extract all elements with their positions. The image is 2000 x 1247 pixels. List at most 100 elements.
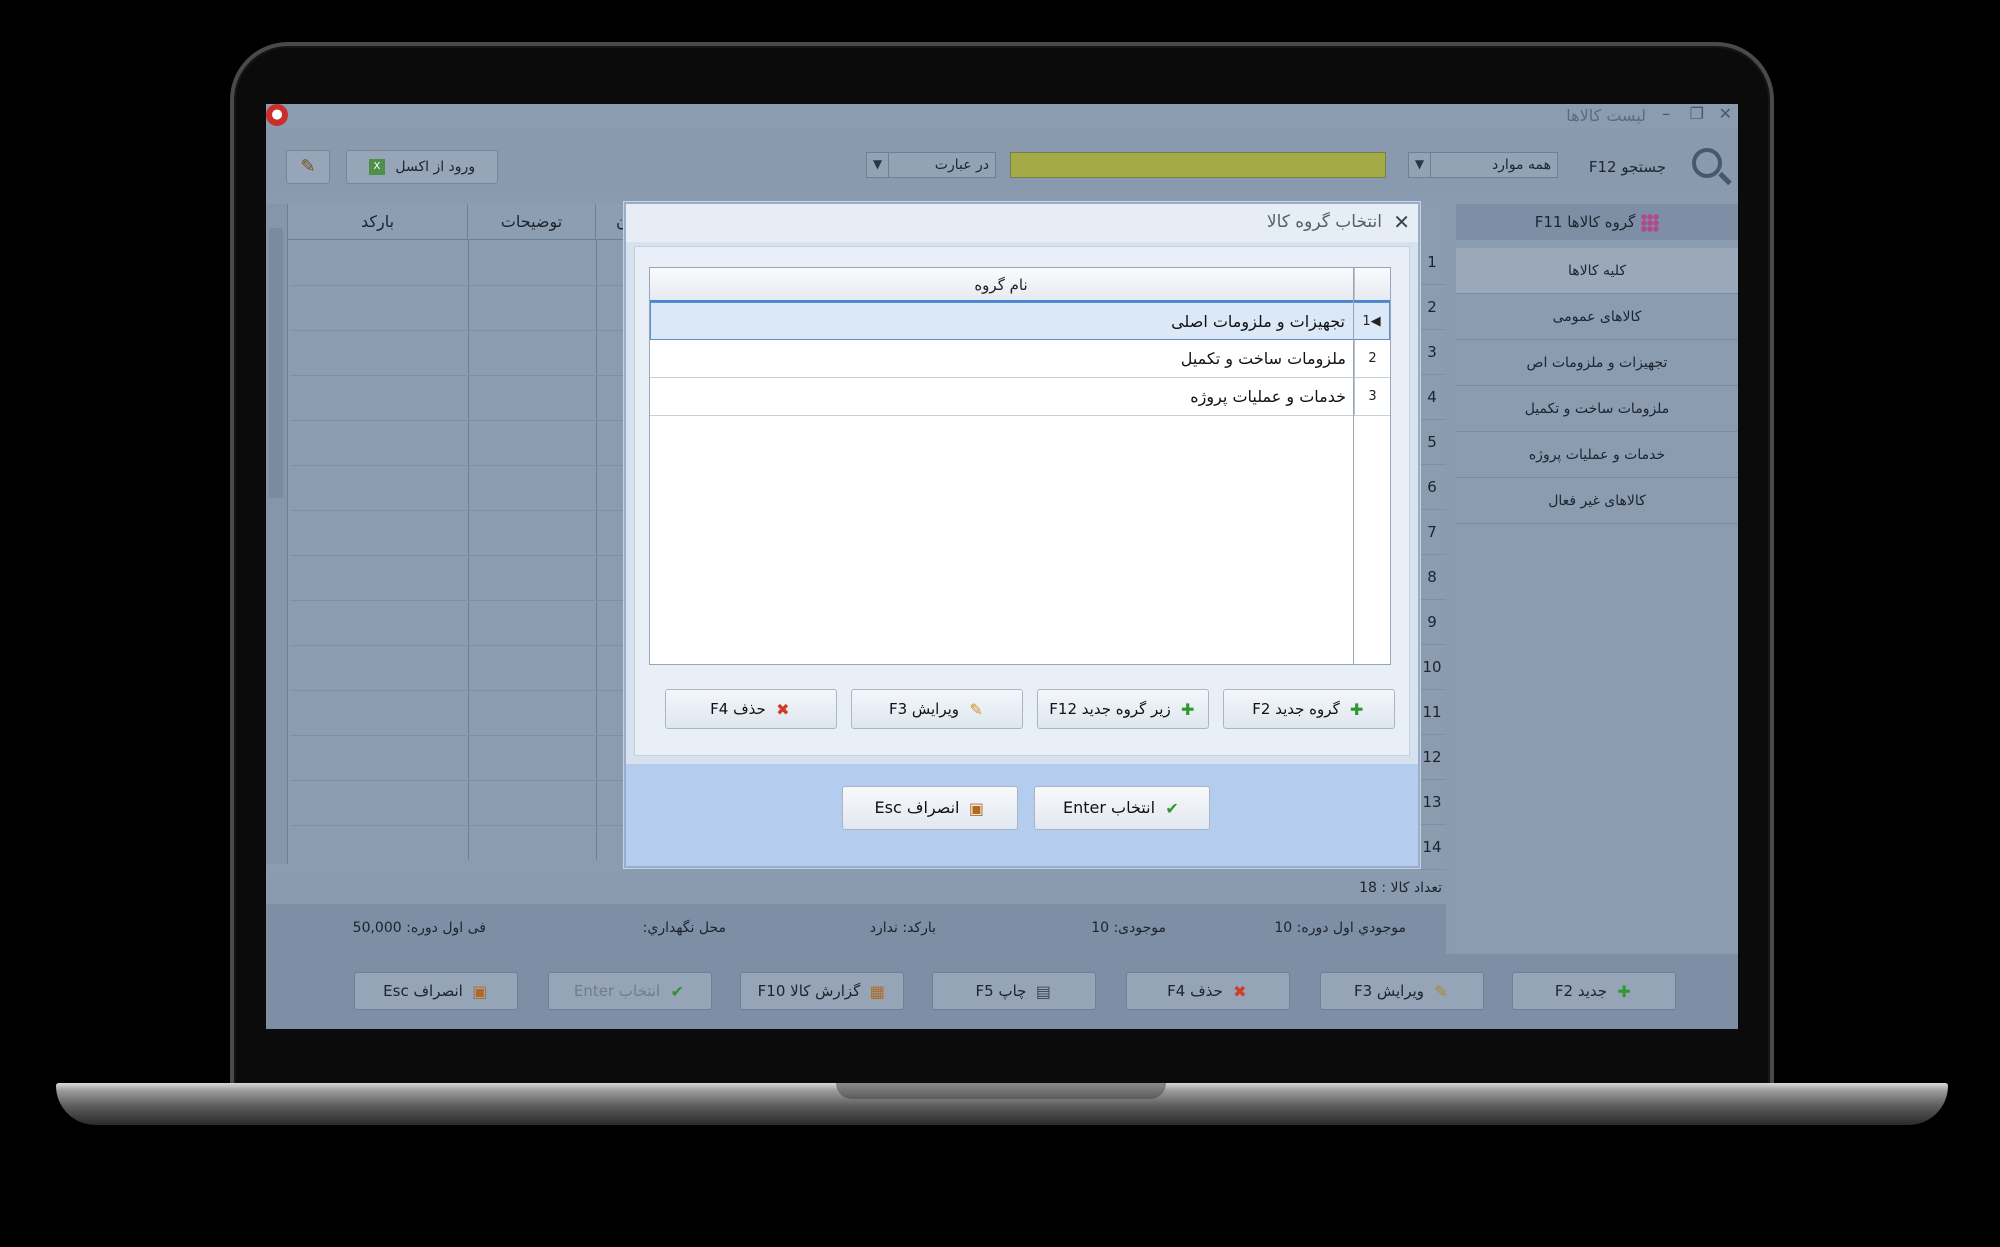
column-header-barcode[interactable]: بارکد xyxy=(288,204,468,240)
group-name: ملزومات ساخت و تکمیل xyxy=(1180,349,1346,368)
edit-group-button[interactable]: ✎ ویرایش F3 xyxy=(851,689,1023,729)
edit-group-label: ویرایش F3 xyxy=(888,700,960,718)
row-number[interactable]: 8 xyxy=(1418,555,1446,600)
opening-price-label: فی اول دوره: 50,000 xyxy=(352,920,486,936)
laptop-notch xyxy=(836,1083,1166,1099)
sidebar-header[interactable]: گروه کالاها F11 xyxy=(1456,204,1738,240)
sidebar-item-construction[interactable]: ملزومات ساخت و تکمیل xyxy=(1456,386,1738,432)
pencil-icon: ✎ xyxy=(1434,981,1448,1001)
group-row-number-text: 1 xyxy=(1362,314,1371,329)
row-number[interactable]: 11 xyxy=(1418,690,1446,735)
edit-item-button[interactable]: ✎ ویرایش F3 xyxy=(1320,972,1484,1010)
close-icon[interactable]: ✕ xyxy=(1393,210,1410,234)
row-number[interactable]: 4 xyxy=(1418,375,1446,420)
group-row[interactable]: ◀1 تجهیزات و ملزومات اصلی xyxy=(650,302,1390,340)
dialog-title: انتخاب گروه کالا xyxy=(1266,212,1382,232)
row-number[interactable]: 1 xyxy=(1418,240,1446,285)
report-icon: ▦ xyxy=(869,981,885,1001)
brush-icon: ✎ xyxy=(300,156,316,177)
group-name: تجهیزات و ملزومات اصلی xyxy=(1171,312,1345,331)
new-group-label: گروه جدید F2 xyxy=(1252,700,1340,718)
dialog-select-button[interactable]: ✔ انتخاب Enter xyxy=(1034,786,1210,830)
delete-group-button[interactable]: ✖ حذف F4 xyxy=(665,689,837,729)
new-group-button[interactable]: ✚ گروه جدید F2 xyxy=(1223,689,1395,729)
row-number[interactable]: 13 xyxy=(1418,780,1446,825)
dialog-footer: ✔ انتخاب Enter ▣ انصراف Esc xyxy=(626,764,1418,866)
column-divider xyxy=(596,240,597,860)
report-button[interactable]: ▦ گزارش کالا F10 xyxy=(740,972,904,1010)
door-icon: ▣ xyxy=(472,981,488,1001)
plus-icon: ✚ xyxy=(1617,981,1631,1001)
search-scope-select[interactable]: همه موارد ▼ xyxy=(1408,152,1558,178)
sidebar-header-label: گروه کالاها F11 xyxy=(1534,213,1636,231)
print-label: چاپ F5 xyxy=(975,982,1027,1000)
chevron-down-icon[interactable]: ▼ xyxy=(867,153,889,177)
row-number[interactable]: 7 xyxy=(1418,510,1446,555)
pencil-icon: ✎ xyxy=(969,699,983,719)
search-toolbar: جستجو F12 همه موارد ▼ در عبارت ▼ ورود از… xyxy=(266,128,1738,192)
item-count-label: تعداد کالا : 18 xyxy=(1359,880,1442,896)
barcode-label: بارکد: ندارد xyxy=(869,920,936,936)
group-table-header: نام گروه xyxy=(650,268,1390,302)
edit-item-label: ویرایش F3 xyxy=(1353,982,1425,1000)
sidebar-item-inactive[interactable]: کالاهای غیر فعال xyxy=(1456,478,1738,524)
dialog-cancel-button[interactable]: ▣ انصراف Esc xyxy=(842,786,1018,830)
group-row[interactable]: 3 خدمات و عملیات پروژه xyxy=(650,378,1390,416)
row-number[interactable]: 3 xyxy=(1418,330,1446,375)
dialog-select-label: انتخاب Enter xyxy=(1062,798,1156,817)
row-number-column: 1 2 3 4 5 6 7 8 9 10 11 12 13 14 xyxy=(1418,240,1446,870)
row-number[interactable]: 2 xyxy=(1418,285,1446,330)
group-sidebar: گروه کالاها F11 کلیه کالاها کالاهای عموم… xyxy=(1456,204,1738,954)
select-button[interactable]: ✔ انتخاب Enter xyxy=(548,972,712,1010)
sidebar-list: کلیه کالاها کالاهای عمومی تجهیزات و ملزو… xyxy=(1456,248,1738,524)
item-info-strip: موجودي اول دوره: 10 موجودی: 10 بارکد: ند… xyxy=(266,904,1446,954)
new-subgroup-button[interactable]: ✚ زیر گروه جدید F12 xyxy=(1037,689,1209,729)
import-excel-button[interactable]: ورود از اکسل X xyxy=(346,150,498,184)
restore-button[interactable]: ❐ xyxy=(1690,104,1704,123)
column-header-group-name[interactable]: نام گروه xyxy=(650,276,1352,294)
row-number[interactable]: 6 xyxy=(1418,465,1446,510)
row-number[interactable]: 12 xyxy=(1418,735,1446,780)
search-input[interactable] xyxy=(1010,152,1386,178)
minimize-button[interactable]: – xyxy=(1662,104,1670,123)
sidebar-item-general[interactable]: کالاهای عمومی xyxy=(1456,294,1738,340)
search-mode-value: در عبارت xyxy=(934,157,989,173)
cancel-button[interactable]: ▣ انصراف Esc xyxy=(354,972,518,1010)
grid-icon xyxy=(1641,213,1660,232)
group-row-number: 3 xyxy=(1354,378,1390,415)
dialog-title-bar: ✕ انتخاب گروه کالا xyxy=(626,204,1418,242)
sidebar-item-all[interactable]: کلیه کالاها xyxy=(1456,248,1738,294)
app-window: لیست کالاها – ❐ ✕ ● جستجو F12 همه موارد … xyxy=(266,104,1738,1029)
plus-icon: ✚ xyxy=(1181,699,1195,719)
plus-icon: ✚ xyxy=(1350,699,1364,719)
search-label: جستجو F12 xyxy=(1588,158,1666,176)
row-number[interactable]: 10 xyxy=(1418,645,1446,690)
printer-icon: ▤ xyxy=(1035,981,1052,1001)
new-item-button[interactable]: ✚ جدید F2 xyxy=(1512,972,1676,1010)
group-row-number: ◀1 xyxy=(1353,303,1389,340)
sidebar-item-services[interactable]: خدمات و عملیات پروژه xyxy=(1456,432,1738,478)
group-table: نام گروه ◀1 تجهیزات و ملزومات اصلی 2 ملز… xyxy=(649,267,1391,665)
row-number[interactable]: 5 xyxy=(1418,420,1446,465)
chevron-down-icon[interactable]: ▼ xyxy=(1409,153,1431,177)
group-row-number: 2 xyxy=(1354,340,1390,377)
check-icon: ✔ xyxy=(1165,798,1179,818)
window-close-button[interactable]: ✕ xyxy=(1719,104,1732,123)
column-header-description[interactable]: توضیحات xyxy=(468,204,596,240)
sidebar-item-equipment[interactable]: تجهیزات و ملزومات اص xyxy=(1456,340,1738,386)
print-button[interactable]: ▤ چاپ F5 xyxy=(932,972,1096,1010)
search-mode-select[interactable]: در عبارت ▼ xyxy=(866,152,996,178)
bottom-action-bar: ✚ جدید F2 ✎ ویرایش F3 ✖ حذف F4 ▤ چاپ F5 ▦ گزا… xyxy=(266,954,1738,1029)
group-row[interactable]: 2 ملزومات ساخت و تکمیل xyxy=(650,340,1390,378)
check-icon: ✔ xyxy=(670,981,684,1001)
row-number[interactable]: 9 xyxy=(1418,600,1446,645)
x-icon: ✖ xyxy=(1233,981,1247,1001)
vertical-scrollbar[interactable] xyxy=(266,204,288,864)
select-group-dialog: ✕ انتخاب گروه کالا نام گروه ◀1 تجهیزات و… xyxy=(624,202,1420,868)
scrollbar-thumb[interactable] xyxy=(269,228,283,498)
row-pointer-icon: ◀ xyxy=(1370,314,1381,329)
brush-button[interactable]: ✎ xyxy=(286,150,330,184)
delete-item-button[interactable]: ✖ حذف F4 xyxy=(1126,972,1290,1010)
search-icon[interactable] xyxy=(1692,148,1722,178)
row-number[interactable]: 14 xyxy=(1418,825,1446,870)
